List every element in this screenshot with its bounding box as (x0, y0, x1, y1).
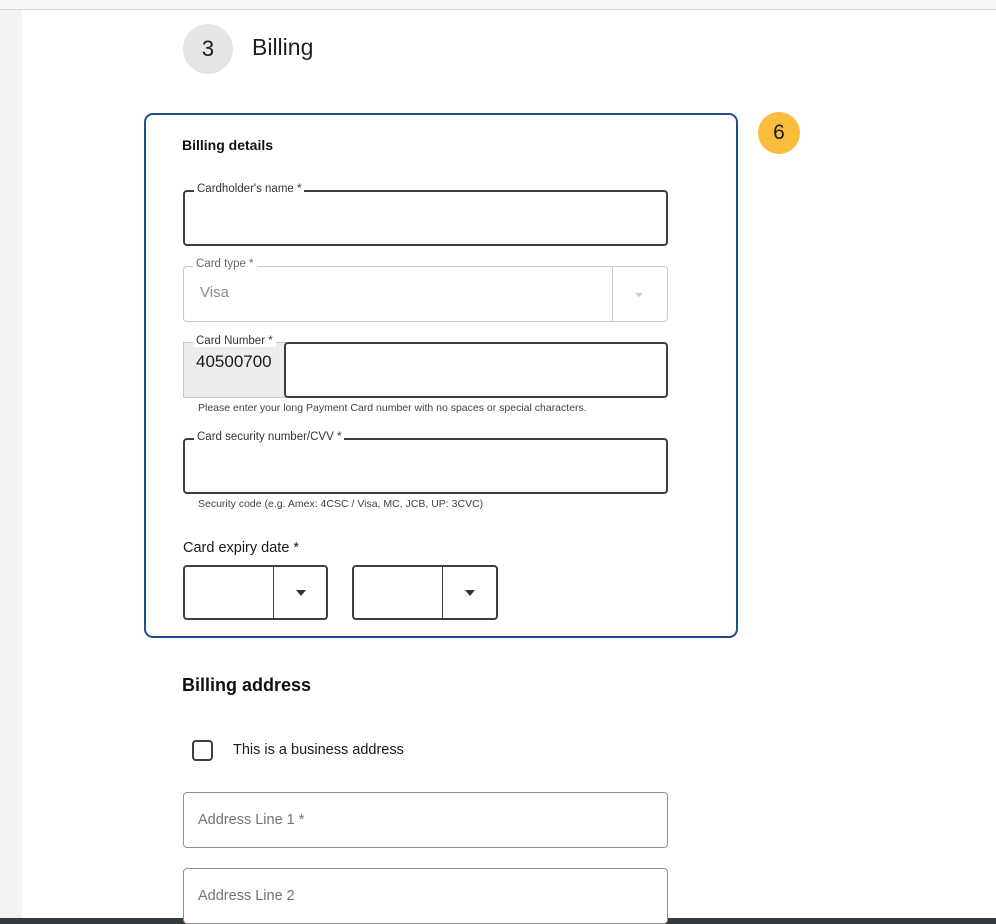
cardholder-name-input[interactable] (199, 208, 649, 230)
address-line-2-field[interactable] (183, 868, 668, 924)
address-line-1-field[interactable] (183, 792, 668, 848)
card-number-help: Please enter your long Payment Card numb… (198, 402, 587, 414)
card-number-input[interactable] (300, 360, 650, 382)
card-number-prefix: 40500700 (196, 352, 272, 371)
card-type-value: Visa (200, 284, 229, 301)
expiry-year-select[interactable] (352, 565, 498, 620)
annotation-badge: 6 (758, 112, 800, 154)
billing-address-heading: Billing address (182, 675, 312, 695)
card-expiry-label: Card expiry date * (183, 540, 300, 556)
cardholder-name-label: Cardholder's name * (194, 183, 305, 195)
business-address-checkbox[interactable] (192, 740, 213, 761)
cvv-field[interactable]: Card security number/CVV * (183, 431, 668, 494)
card-type-label: Card type * (193, 258, 257, 270)
browser-top-strip (0, 0, 996, 10)
card-type-divider (612, 267, 613, 321)
cvv-input[interactable] (199, 456, 649, 478)
expiry-month-divider (273, 567, 274, 618)
business-address-label[interactable]: This is a business address (233, 742, 404, 758)
chevron-down-icon (296, 590, 306, 596)
expiry-year-divider (442, 567, 443, 618)
cvv-label: Card security number/CVV * (194, 431, 345, 443)
step-number: 3 (183, 24, 233, 74)
cardholder-name-field[interactable]: Cardholder's name * (183, 183, 668, 246)
step-title: Billing (252, 34, 314, 60)
address-line-2-input[interactable] (198, 885, 648, 907)
card-type-select[interactable]: Card type * Visa (183, 258, 668, 322)
chevron-down-icon (635, 293, 643, 297)
address-line-1-input[interactable] (198, 809, 648, 831)
expiry-month-select[interactable] (183, 565, 328, 620)
billing-details-heading: Billing details (182, 137, 274, 153)
left-gutter (0, 10, 22, 920)
card-number-field[interactable] (284, 342, 668, 398)
card-number-label: Card Number * (193, 335, 276, 347)
cvv-help: Security code (e.g. Amex: 4CSC / Visa, M… (198, 498, 484, 510)
chevron-down-icon (465, 590, 475, 596)
